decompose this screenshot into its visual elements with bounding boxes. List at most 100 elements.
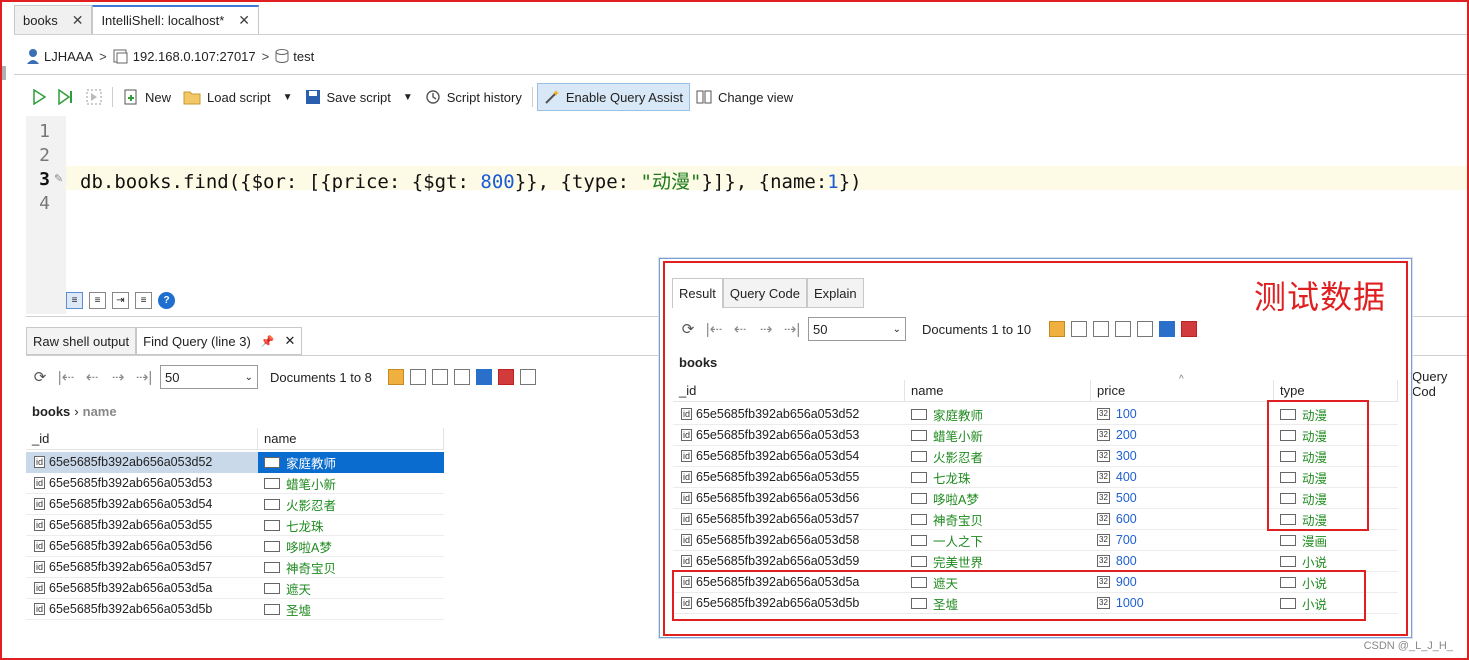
add-document-icon[interactable]: [409, 369, 426, 385]
breadcrumb-db[interactable]: test: [293, 49, 314, 64]
price-cell[interactable]: 32 600: [1091, 509, 1274, 530]
edit-document-icon[interactable]: [1115, 321, 1132, 337]
price-cell[interactable]: 32 500: [1091, 488, 1274, 509]
id-cell[interactable]: id 65e5685fb392ab656a053d53: [26, 473, 258, 494]
table-row[interactable]: id 65e5685fb392ab656a053d57 神奇宝贝: [26, 557, 444, 578]
id-cell[interactable]: id 65e5685fb392ab656a053d5a: [26, 578, 258, 599]
type-cell[interactable]: 动漫: [1274, 509, 1398, 530]
next-page-icon[interactable]: ⇢: [756, 320, 776, 338]
close-icon[interactable]: ✕: [72, 12, 84, 29]
refresh-icon[interactable]: ⟳: [678, 320, 698, 338]
close-icon[interactable]: ✕: [238, 12, 250, 29]
save-script-button[interactable]: Save script ▼: [299, 83, 419, 111]
format-icon[interactable]: ≡: [135, 292, 152, 309]
table-row[interactable]: id 65e5685fb392ab656a053d53 蜡笔小新 32 200 动漫: [673, 425, 1398, 446]
table-row[interactable]: id 65e5685fb392ab656a053d55 七龙珠 32 400 动漫: [673, 467, 1398, 488]
refresh-icon[interactable]: ⟳: [30, 368, 50, 386]
overlay-collection-path[interactable]: books: [679, 355, 717, 370]
page-size-select[interactable]: 50 ⌄: [160, 365, 258, 389]
path-field[interactable]: name: [83, 404, 117, 419]
close-icon[interactable]: ✕: [284, 333, 295, 349]
type-cell[interactable]: 动漫: [1274, 446, 1398, 467]
change-view-button[interactable]: Change view: [690, 83, 799, 111]
last-page-icon[interactable]: ⇢|: [782, 320, 802, 338]
id-cell[interactable]: id 65e5685fb392ab656a053d52: [673, 404, 905, 425]
last-page-icon[interactable]: ⇢|: [134, 368, 154, 386]
clipped-query-code-tab[interactable]: Query Cod: [1412, 369, 1469, 399]
edit-document-icon[interactable]: [453, 369, 470, 385]
enable-query-assist-button[interactable]: Enable Query Assist: [536, 83, 690, 111]
id-cell[interactable]: id 65e5685fb392ab656a053d57: [673, 509, 905, 530]
column-header-name[interactable]: name: [905, 380, 1091, 402]
id-cell[interactable]: id 65e5685fb392ab656a053d5a: [673, 572, 905, 593]
query-icon[interactable]: [519, 369, 536, 385]
id-cell[interactable]: id 65e5685fb392ab656a053d54: [26, 494, 258, 515]
lock-icon[interactable]: [1049, 321, 1066, 337]
name-cell[interactable]: 家庭教师: [905, 404, 1091, 425]
path-collection[interactable]: books: [32, 404, 70, 419]
table-row[interactable]: id 65e5685fb392ab656a053d54 火影忍者: [26, 494, 444, 515]
help-icon[interactable]: ?: [158, 292, 175, 309]
type-cell[interactable]: 小说: [1274, 572, 1398, 593]
table-row[interactable]: id 65e5685fb392ab656a053d56 哆啦A梦 32 500 动漫: [673, 488, 1398, 509]
run-selection-button[interactable]: [80, 83, 108, 111]
delete-icon[interactable]: [1181, 321, 1198, 337]
column-header-name[interactable]: name: [258, 428, 444, 450]
new-script-button[interactable]: New: [117, 83, 177, 111]
name-cell[interactable]: 遮天: [258, 578, 444, 599]
breadcrumb-server[interactable]: 192.168.0.107:27017: [133, 49, 256, 64]
edit-json-icon[interactable]: [1093, 321, 1110, 337]
price-cell[interactable]: 32 400: [1091, 467, 1274, 488]
first-page-icon[interactable]: |⇠: [56, 368, 76, 386]
table-row[interactable]: id 65e5685fb392ab656a053d56 哆啦A梦: [26, 536, 444, 557]
price-cell[interactable]: 32 100: [1091, 404, 1274, 425]
id-cell[interactable]: id 65e5685fb392ab656a053d58: [673, 530, 905, 551]
column-header-type[interactable]: type: [1274, 380, 1398, 402]
id-cell[interactable]: id 65e5685fb392ab656a053d56: [26, 536, 258, 557]
id-cell[interactable]: id 65e5685fb392ab656a053d53: [673, 425, 905, 446]
name-cell[interactable]: 蜡笔小新: [258, 473, 444, 494]
lock-icon[interactable]: [387, 369, 404, 385]
table-row[interactable]: id 65e5685fb392ab656a053d5a 遮天 32 900 小说: [673, 572, 1398, 593]
name-cell[interactable]: 哆啦A梦: [905, 488, 1091, 509]
name-cell[interactable]: 遮天: [905, 572, 1091, 593]
edit-json-icon[interactable]: [431, 369, 448, 385]
apply-icon[interactable]: [1159, 321, 1176, 337]
document-icon[interactable]: ≡: [89, 292, 106, 309]
text-view-icon[interactable]: ≡: [66, 292, 83, 309]
id-cell[interactable]: id 65e5685fb392ab656a053d5b: [26, 599, 258, 620]
price-cell[interactable]: 32 900: [1091, 572, 1274, 593]
pin-icon[interactable]: 📌: [261, 335, 275, 348]
indent-icon[interactable]: ⇥: [112, 292, 129, 309]
table-row[interactable]: id 65e5685fb392ab656a053d55 七龙珠: [26, 515, 444, 536]
chevron-down-icon[interactable]: ▼: [283, 92, 293, 103]
name-cell[interactable]: 七龙珠: [905, 467, 1091, 488]
table-row[interactable]: id 65e5685fb392ab656a053d52 家庭教师 32 100 动漫: [673, 404, 1398, 425]
doc-tab-books[interactable]: books ✕: [14, 5, 93, 34]
table-row[interactable]: id 65e5685fb392ab656a053d54 火影忍者 32 300 动漫: [673, 446, 1398, 467]
type-cell[interactable]: 小说: [1274, 551, 1398, 572]
table-row[interactable]: id 65e5685fb392ab656a053d5a 遮天: [26, 578, 444, 599]
type-cell[interactable]: 动漫: [1274, 425, 1398, 446]
name-cell[interactable]: 神奇宝贝: [258, 557, 444, 578]
table-row[interactable]: id 65e5685fb392ab656a053d58 一人之下 32 700 漫画: [673, 530, 1398, 551]
id-cell[interactable]: id 65e5685fb392ab656a053d52: [26, 451, 258, 473]
column-header-id[interactable]: _id: [673, 380, 905, 402]
tab-query-code[interactable]: Query Code: [722, 278, 807, 308]
id-cell[interactable]: id 65e5685fb392ab656a053d56: [673, 488, 905, 509]
tab-raw-shell-output[interactable]: Raw shell output: [26, 327, 137, 355]
apply-icon[interactable]: [475, 369, 492, 385]
table-row[interactable]: id 65e5685fb392ab656a053d52 家庭教师: [26, 451, 444, 473]
column-header-price[interactable]: price ^: [1091, 374, 1274, 402]
tab-result[interactable]: Result: [672, 278, 723, 308]
type-cell[interactable]: 动漫: [1274, 467, 1398, 488]
type-cell[interactable]: 动漫: [1274, 488, 1398, 509]
type-cell[interactable]: 动漫: [1274, 404, 1398, 425]
table-row[interactable]: id 65e5685fb392ab656a053d5b 圣墟 32 1000 小说: [673, 593, 1398, 614]
name-cell[interactable]: 圣墟: [258, 599, 444, 620]
run-button[interactable]: [26, 83, 52, 111]
name-cell[interactable]: 家庭教师: [258, 451, 444, 473]
prev-page-icon[interactable]: ⇠: [730, 320, 750, 338]
id-cell[interactable]: id 65e5685fb392ab656a053d59: [673, 551, 905, 572]
query-code-line[interactable]: db.books.find({$or: [{price: {$gt: 800}}…: [80, 167, 862, 194]
